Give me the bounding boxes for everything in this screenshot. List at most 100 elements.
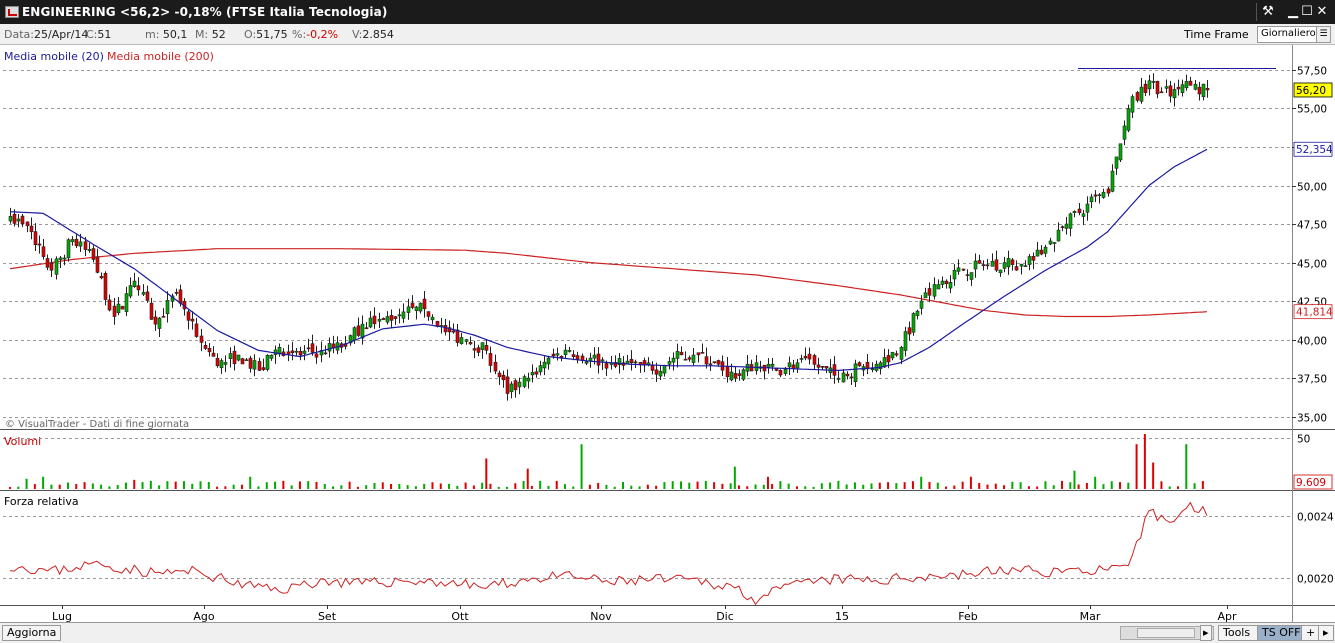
status-bar: Aggiorna ▸ Tools TS OFF + ▸: [0, 622, 1335, 643]
candle-body: [203, 345, 208, 349]
chart-area[interactable]: 57,5055,0052,5050,0047,5045,0042,5040,00…: [0, 45, 1335, 623]
tools-button[interactable]: Tools: [1218, 625, 1262, 641]
candle-body: [534, 371, 539, 375]
candle: [691, 348, 696, 366]
candle-body: [1147, 80, 1152, 90]
open-label: O:: [244, 28, 257, 41]
candle-body: [472, 348, 477, 351]
close-button[interactable]: ✕: [1313, 3, 1331, 21]
candle: [273, 345, 278, 364]
candle: [534, 367, 539, 378]
candle: [194, 317, 199, 338]
volume-bar: [141, 482, 144, 489]
volume-bar: [340, 485, 343, 489]
candle: [990, 253, 995, 267]
ma20-line: [9, 148, 1208, 372]
candle: [687, 355, 692, 362]
tools-icon[interactable]: ⚒: [1259, 3, 1277, 21]
x-tick-label: Apr: [1217, 610, 1237, 622]
ts-off-button[interactable]: TS OFF: [1257, 625, 1306, 641]
candle-body: [824, 365, 829, 369]
volume-bar: [224, 486, 227, 489]
candle-body: [803, 355, 808, 359]
candle: [74, 233, 79, 248]
candle-body: [12, 213, 17, 224]
candle: [157, 317, 162, 338]
update-button[interactable]: Aggiorna: [2, 625, 62, 641]
candle-body: [704, 356, 709, 365]
candle-body: [1130, 96, 1135, 113]
candle: [1114, 156, 1119, 176]
volume-bar: [1085, 482, 1088, 489]
volume-bar: [282, 480, 285, 489]
candle: [1031, 252, 1036, 270]
volume-bar: [1135, 444, 1138, 489]
volume-layer: [9, 434, 1204, 489]
candle: [749, 359, 754, 372]
candle: [1135, 90, 1140, 103]
volume-bar: [166, 481, 169, 489]
volume-bar: [530, 485, 533, 489]
candle-body: [360, 323, 365, 339]
candle-body: [654, 369, 659, 375]
candle: [368, 311, 373, 329]
candle-body: [658, 370, 663, 377]
candle: [87, 242, 92, 253]
time-frame-select[interactable]: Giornaliero ☰: [1257, 26, 1331, 43]
candle: [795, 358, 800, 373]
scrollbar-thumb[interactable]: [1137, 628, 1195, 638]
candle-body: [849, 376, 854, 379]
volume-bar: [1168, 486, 1171, 489]
candle-body: [509, 383, 514, 393]
candle: [1043, 244, 1048, 257]
candle-body: [1193, 83, 1198, 90]
candle-body: [1114, 156, 1119, 169]
candle: [281, 348, 286, 357]
candle-body: [650, 364, 655, 371]
candle: [228, 347, 233, 368]
volume-bar: [771, 484, 774, 489]
candle-body: [1151, 81, 1156, 83]
candle-body: [223, 362, 228, 365]
candle: [236, 354, 241, 362]
candle: [1176, 79, 1181, 96]
candle-body: [381, 318, 386, 320]
candle: [733, 366, 738, 383]
status-more-button[interactable]: ▸: [1318, 625, 1334, 641]
volume-bar: [373, 483, 376, 489]
candle-body: [700, 352, 705, 354]
candle: [1093, 190, 1098, 203]
candle-body: [1118, 143, 1123, 161]
candle: [1014, 260, 1019, 271]
volume-bar: [91, 483, 94, 489]
dropdown-arrow-icon[interactable]: ☰: [1316, 27, 1330, 42]
candle-body: [1006, 258, 1011, 268]
candle-body: [78, 241, 83, 247]
candle-body: [1122, 125, 1127, 140]
candle-body: [571, 354, 576, 358]
min-readout: m: 50,1: [145, 28, 187, 41]
candle: [675, 343, 680, 368]
candle: [480, 342, 485, 359]
volume-bar: [1160, 481, 1163, 489]
volume-bar: [9, 486, 11, 489]
candle-body: [99, 276, 104, 279]
candle-body: [542, 361, 547, 369]
volume-bar: [448, 483, 451, 489]
candle: [944, 279, 949, 289]
candle-body: [459, 337, 464, 344]
volume-bar: [199, 481, 202, 489]
candle-body: [1101, 191, 1106, 198]
last-price-label: 56,20: [1296, 85, 1326, 97]
volume-bar: [348, 481, 351, 489]
candle-body: [716, 360, 721, 365]
candle-body: [1168, 85, 1173, 97]
candle-body: [546, 357, 551, 365]
candle: [422, 290, 427, 318]
min-label: m:: [145, 28, 160, 41]
candle-body: [66, 239, 71, 259]
title-separator: [1256, 3, 1257, 21]
legend-ma20: Media mobile (20): [4, 50, 104, 63]
candle-body: [1155, 80, 1160, 95]
scroll-right-button[interactable]: ▸: [1200, 625, 1212, 641]
